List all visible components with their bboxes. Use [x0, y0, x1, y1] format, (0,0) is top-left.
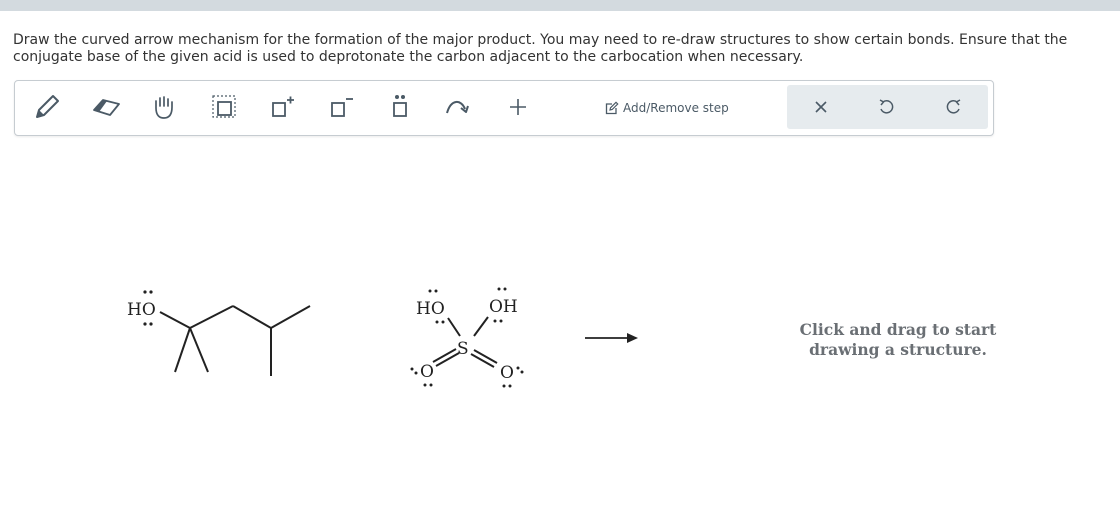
eraser-icon[interactable]: [90, 93, 122, 121]
redo-icon[interactable]: [939, 93, 969, 121]
pencil-icon[interactable]: [31, 93, 63, 121]
sulfur-label: S: [457, 339, 469, 359]
step-controls: [787, 85, 988, 129]
lone-pair-icon[interactable]: [384, 93, 416, 121]
canvas-hint: Click and drag to start drawing a struct…: [799, 320, 997, 359]
undo-icon[interactable]: [871, 93, 901, 121]
close-icon[interactable]: [806, 93, 836, 121]
right-hydroxyl-label: OH: [489, 297, 518, 317]
top-bar: [0, 0, 1120, 11]
curved-arrow-icon[interactable]: [443, 93, 475, 121]
negative-charge-icon[interactable]: [325, 93, 357, 121]
hydroxyl-label: HO: [127, 300, 156, 320]
add-remove-step-label: Add/Remove step: [623, 101, 729, 115]
add-remove-step-button[interactable]: Add/Remove step: [605, 99, 729, 117]
drawing-toolbar: Add/Remove step: [14, 80, 994, 136]
hand-icon[interactable]: [148, 93, 180, 121]
oxo-right-label: O: [500, 363, 514, 383]
select-box-icon[interactable]: [207, 93, 239, 121]
reactant-sulfuric-acid: HO OH S O O: [410, 287, 524, 388]
reaction-arrow: [585, 333, 638, 343]
positive-charge-icon[interactable]: [266, 93, 298, 121]
plus-icon[interactable]: [502, 93, 534, 121]
question-text: Draw the curved arrow mechanism for the …: [13, 32, 1068, 65]
left-hydroxyl-label: HO: [416, 299, 445, 319]
edit-icon: [605, 101, 619, 115]
reactant-alcohol: HO: [127, 290, 311, 376]
oxo-left-label: O: [420, 362, 434, 382]
